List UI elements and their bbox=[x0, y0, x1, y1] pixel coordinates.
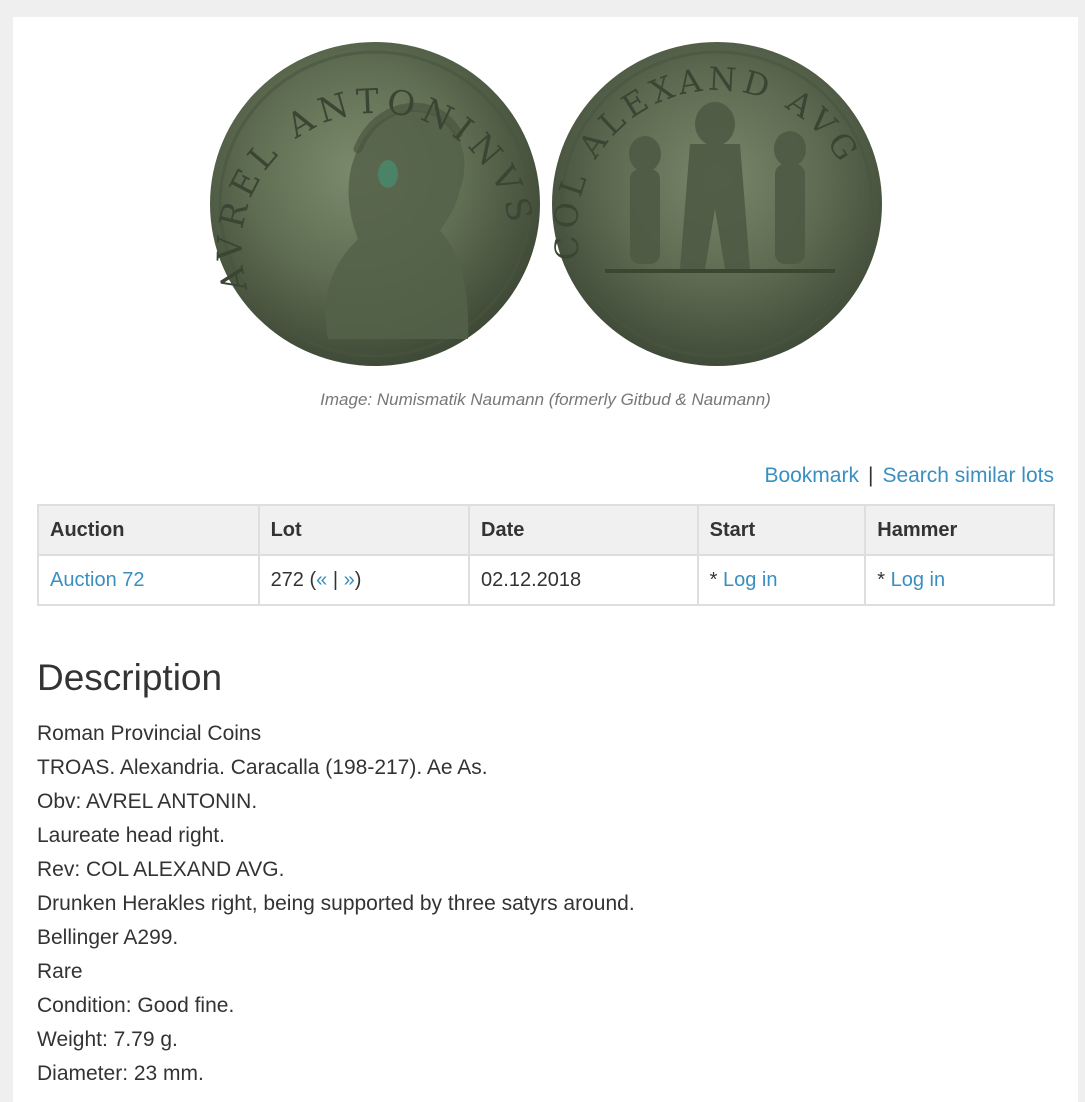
image-caption: Image: Numismatik Naumann (formerly Gitb… bbox=[320, 390, 771, 409]
lot-number: 272 bbox=[270, 568, 304, 591]
lot-page: AVREL ANTONINVS COL ALEXAND AVG Image: N… bbox=[13, 17, 1078, 1102]
lot-actions: Bookmark | Search similar lots bbox=[764, 464, 1054, 488]
description-line: TROAS. Alexandria. Caracalla (198-217). … bbox=[37, 756, 488, 779]
coin-reverse-image: COL ALEXAND AVG bbox=[550, 42, 882, 366]
lot-nav-separator: | bbox=[332, 568, 339, 591]
auction-cell: Auction 72 bbox=[37, 554, 260, 606]
description-line: Drunken Herakles right, being supported … bbox=[37, 892, 635, 915]
hammer-cell: * Log in bbox=[864, 554, 1055, 606]
description-line: Roman Provincial Coins bbox=[37, 722, 262, 745]
column-header-auction: Auction bbox=[37, 504, 260, 556]
column-header-start: Start bbox=[696, 504, 867, 556]
description-line: Rare bbox=[37, 960, 83, 983]
column-header-date: Date bbox=[468, 504, 699, 556]
description-line: Obv: AVREL ANTONIN. bbox=[37, 790, 258, 813]
bookmark-link[interactable]: Bookmark bbox=[764, 464, 859, 487]
table-header-row: Auction Lot Date Start Hammer bbox=[37, 504, 1055, 556]
table-row: Auction 72 272 (« | ») 02.12.2018 * Log … bbox=[37, 554, 1055, 606]
description-heading: Description bbox=[37, 657, 223, 698]
search-similar-lots-link[interactable]: Search similar lots bbox=[882, 464, 1054, 487]
description-line: Diameter: 23 mm. bbox=[37, 1062, 204, 1085]
description-line: Condition: Good fine. bbox=[37, 994, 235, 1017]
description-list: Roman Provincial Coins TROAS. Alexandria… bbox=[37, 717, 635, 1091]
lot-table: Auction Lot Date Start Hammer Auction 72… bbox=[37, 504, 1055, 606]
description-line: Bellinger A299. bbox=[37, 926, 179, 949]
start-prefix: * bbox=[709, 568, 723, 591]
next-lot-link[interactable]: » bbox=[344, 569, 355, 591]
action-separator: | bbox=[867, 464, 874, 487]
description-line: Rev: COL ALEXAND AVG. bbox=[37, 858, 285, 881]
lot-nav-close: ) bbox=[354, 568, 362, 591]
hammer-login-link[interactable]: Log in bbox=[891, 569, 946, 591]
previous-lot-link[interactable]: « bbox=[316, 569, 327, 591]
start-cell: * Log in bbox=[696, 554, 867, 606]
column-header-lot: Lot bbox=[257, 504, 471, 556]
hammer-prefix: * bbox=[877, 568, 891, 591]
auction-link[interactable]: Auction 72 bbox=[50, 569, 145, 591]
date-cell: 02.12.2018 bbox=[468, 554, 699, 606]
lot-cell: 272 (« | ») bbox=[257, 554, 471, 606]
description-line: Laureate head right. bbox=[37, 824, 225, 847]
start-login-link[interactable]: Log in bbox=[723, 569, 778, 591]
description-line: Weight: 7.79 g. bbox=[37, 1028, 178, 1051]
coin-image[interactable]: AVREL ANTONINVS COL ALEXAND AVG Image: N… bbox=[13, 17, 1078, 427]
coin-obverse-image: AVREL ANTONINVS bbox=[210, 42, 540, 366]
column-header-hammer: Hammer bbox=[864, 504, 1055, 556]
